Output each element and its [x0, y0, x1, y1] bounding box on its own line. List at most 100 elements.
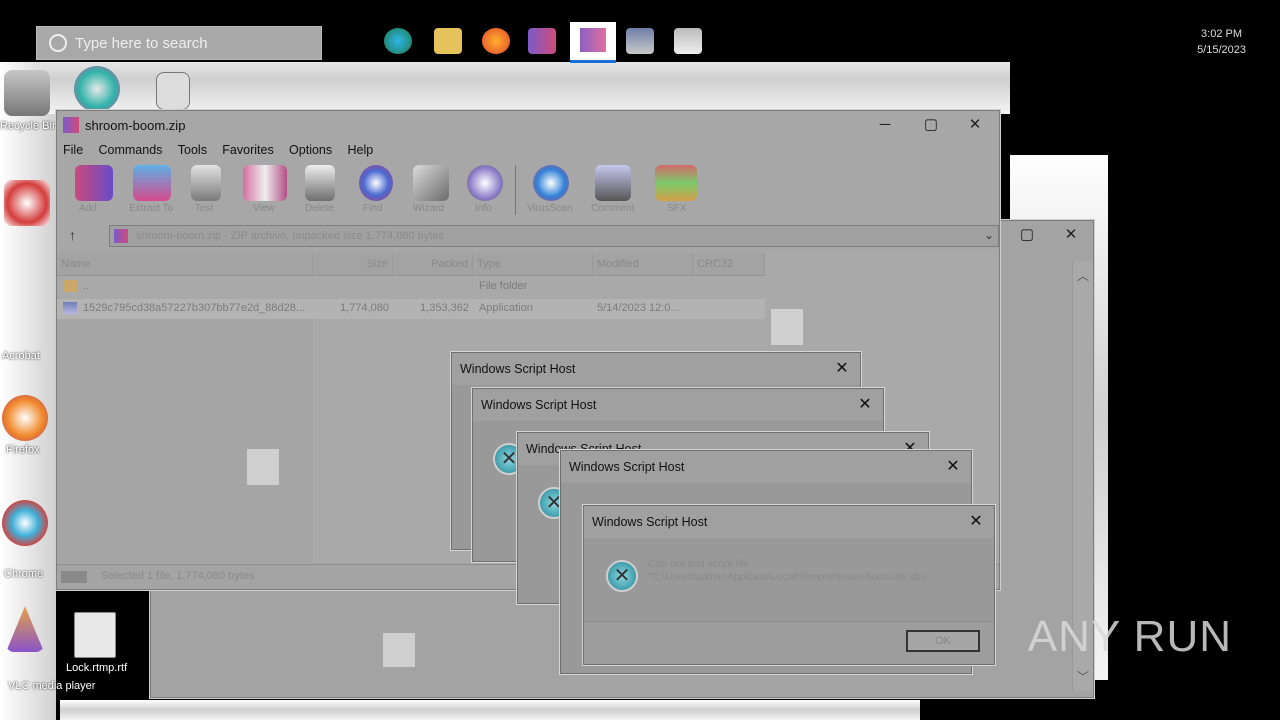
dialog-title: Windows Script Host: [481, 398, 597, 412]
ghost-tile: [771, 309, 803, 345]
scroll-up-icon[interactable]: ︿: [1077, 267, 1089, 284]
dialog-footer: OK: [584, 621, 994, 664]
close-icon[interactable]: ✕: [855, 394, 875, 414]
minimize-icon[interactable]: ─: [875, 115, 895, 135]
virusscan-icon[interactable]: [533, 165, 569, 201]
column-size[interactable]: Size: [313, 253, 393, 275]
close-icon[interactable]: ✕: [832, 358, 852, 378]
column-name[interactable]: Name: [57, 253, 313, 275]
menu-commands[interactable]: Commands: [99, 143, 163, 157]
firefox-icon[interactable]: [482, 28, 510, 54]
toolbar-sfx-label: SFX: [667, 203, 687, 214]
search-input[interactable]: Type here to search: [36, 26, 322, 60]
clock-time: 3:02 PM: [1201, 28, 1243, 40]
winrar-icon[interactable]: [528, 28, 556, 54]
edge-desktop-icon[interactable]: [74, 66, 120, 112]
winrar-active-icon: [580, 28, 606, 52]
toolbar-wizard-label: Wizard: [413, 203, 445, 214]
toolbar-find-label: Find: [363, 203, 383, 214]
drive-icon: [61, 571, 87, 583]
menu-tools[interactable]: Tools: [178, 143, 207, 157]
toolbar-add-label: Add: [79, 203, 97, 214]
info-icon[interactable]: [467, 165, 503, 201]
menu-file[interactable]: File: [63, 143, 83, 157]
acrobat-icon[interactable]: [4, 180, 50, 226]
view-icon[interactable]: [243, 165, 287, 201]
address-text: shroom-boom.zip - ZIP archive, unpacked …: [136, 230, 444, 242]
column-crc32[interactable]: CRC32: [693, 253, 765, 275]
status-text: Selected 1 file, 1,774,080 bytes: [101, 570, 255, 582]
row-type: File folder: [479, 280, 528, 292]
clock[interactable]: 3:02 PM 5/15/2023: [1197, 26, 1246, 58]
title-bar[interactable]: shroom-boom.zip ─ ▢ ✕: [57, 111, 999, 139]
column-packed[interactable]: Packed: [393, 253, 473, 275]
screen-artifact: [60, 700, 920, 720]
scroll-down-icon[interactable]: ﹀: [1077, 668, 1089, 685]
row-name: 1529c795cd38a57227b307bb77e2d_88d28...: [83, 302, 306, 314]
firefox-desktop-icon[interactable]: [2, 395, 48, 441]
menu-favorites[interactable]: Favorites: [222, 143, 273, 157]
close-icon[interactable]: ✕: [1061, 225, 1081, 245]
add-icon[interactable]: [75, 165, 113, 201]
taskbar-item-active[interactable]: [570, 22, 616, 63]
desktop-label-recycle-bin: Recycle Bin: [0, 120, 59, 132]
taskbar-app-icon[interactable]: [674, 28, 702, 54]
toolbar-comment-label: Comment: [591, 203, 635, 214]
edge-icon[interactable]: [384, 28, 412, 54]
column-header-row: Name Size Packed Type Modified CRC32: [57, 253, 765, 276]
ghost-tile: [247, 449, 279, 485]
maximize-icon[interactable]: ▢: [1017, 225, 1037, 245]
recycle-bin-icon[interactable]: [4, 70, 50, 116]
desktop-label-vlc: VLC media player: [8, 680, 96, 692]
chevron-down-icon[interactable]: ⌄: [984, 228, 994, 242]
table-row-selected[interactable]: 1529c795cd38a57227b307bb77e2d_88d28... 1…: [57, 299, 765, 319]
column-modified[interactable]: Modified: [593, 253, 693, 275]
desktop-label-rtf: Lock.rtmp.rtf: [66, 662, 128, 674]
close-icon[interactable]: ✕: [943, 456, 963, 476]
toolbar-info-label: Info: [475, 203, 492, 214]
rtf-file-icon[interactable]: [74, 612, 116, 658]
row-name: ..: [83, 280, 90, 292]
winrar-app-icon: [63, 117, 79, 133]
wizard-icon[interactable]: [413, 165, 449, 201]
extract-to-icon[interactable]: [133, 165, 171, 201]
find-icon[interactable]: [359, 165, 393, 201]
table-row[interactable]: .. File folder: [57, 277, 765, 297]
ok-button[interactable]: OK: [906, 630, 980, 652]
menu-help[interactable]: Help: [347, 143, 373, 157]
comment-icon[interactable]: [595, 165, 631, 201]
test-icon[interactable]: [191, 165, 221, 201]
close-icon[interactable]: ✕: [966, 511, 986, 531]
sfx-icon[interactable]: [655, 165, 697, 201]
row-type: Application: [479, 302, 533, 314]
desktop-label-acrobat: Acrobat: [2, 350, 40, 362]
dialog-message: Can not find script file "C:\Users\admin…: [648, 558, 968, 584]
maximize-icon[interactable]: ▢: [921, 115, 941, 135]
toolbar-test-label: Test: [195, 203, 214, 214]
close-icon[interactable]: ✕: [965, 115, 985, 135]
desktop-label-firefox: Firefox: [6, 444, 40, 456]
message-line-2: "C:\Users\admin\AppData\Local\Temp\shroo…: [648, 571, 933, 583]
dialog-title: Windows Script Host: [592, 515, 708, 529]
desktop-label-chrome: Chrome: [4, 568, 44, 580]
up-arrow-icon[interactable]: ↑: [69, 227, 76, 243]
row-modified: 5/14/2023 12:0...: [597, 302, 680, 314]
image-file-icon[interactable]: [156, 72, 190, 110]
toolbar-divider: [515, 165, 516, 215]
delete-icon[interactable]: [305, 165, 335, 201]
row-packed: 1,353,362: [420, 302, 469, 314]
chrome-icon[interactable]: [2, 500, 48, 546]
window-title: shroom-boom.zip: [85, 118, 186, 133]
dialog-title: Windows Script Host: [460, 362, 576, 376]
toolbar-extract-label: Extract To: [129, 203, 174, 214]
file-explorer-icon[interactable]: [434, 28, 462, 54]
desktop-ghost-tile: [383, 633, 415, 667]
menu-options[interactable]: Options: [289, 143, 332, 157]
script-host-error-dialog: Windows Script Host ✕ ✕ Can not find scr…: [583, 505, 995, 665]
clock-date: 5/15/2023: [1197, 44, 1246, 56]
error-icon: ✕: [606, 560, 638, 592]
message-line-1: Can not find script file: [648, 558, 749, 570]
address-bar[interactable]: shroom-boom.zip - ZIP archive, unpacked …: [109, 225, 999, 247]
column-type[interactable]: Type: [473, 253, 593, 275]
script-host-icon[interactable]: [626, 28, 654, 54]
